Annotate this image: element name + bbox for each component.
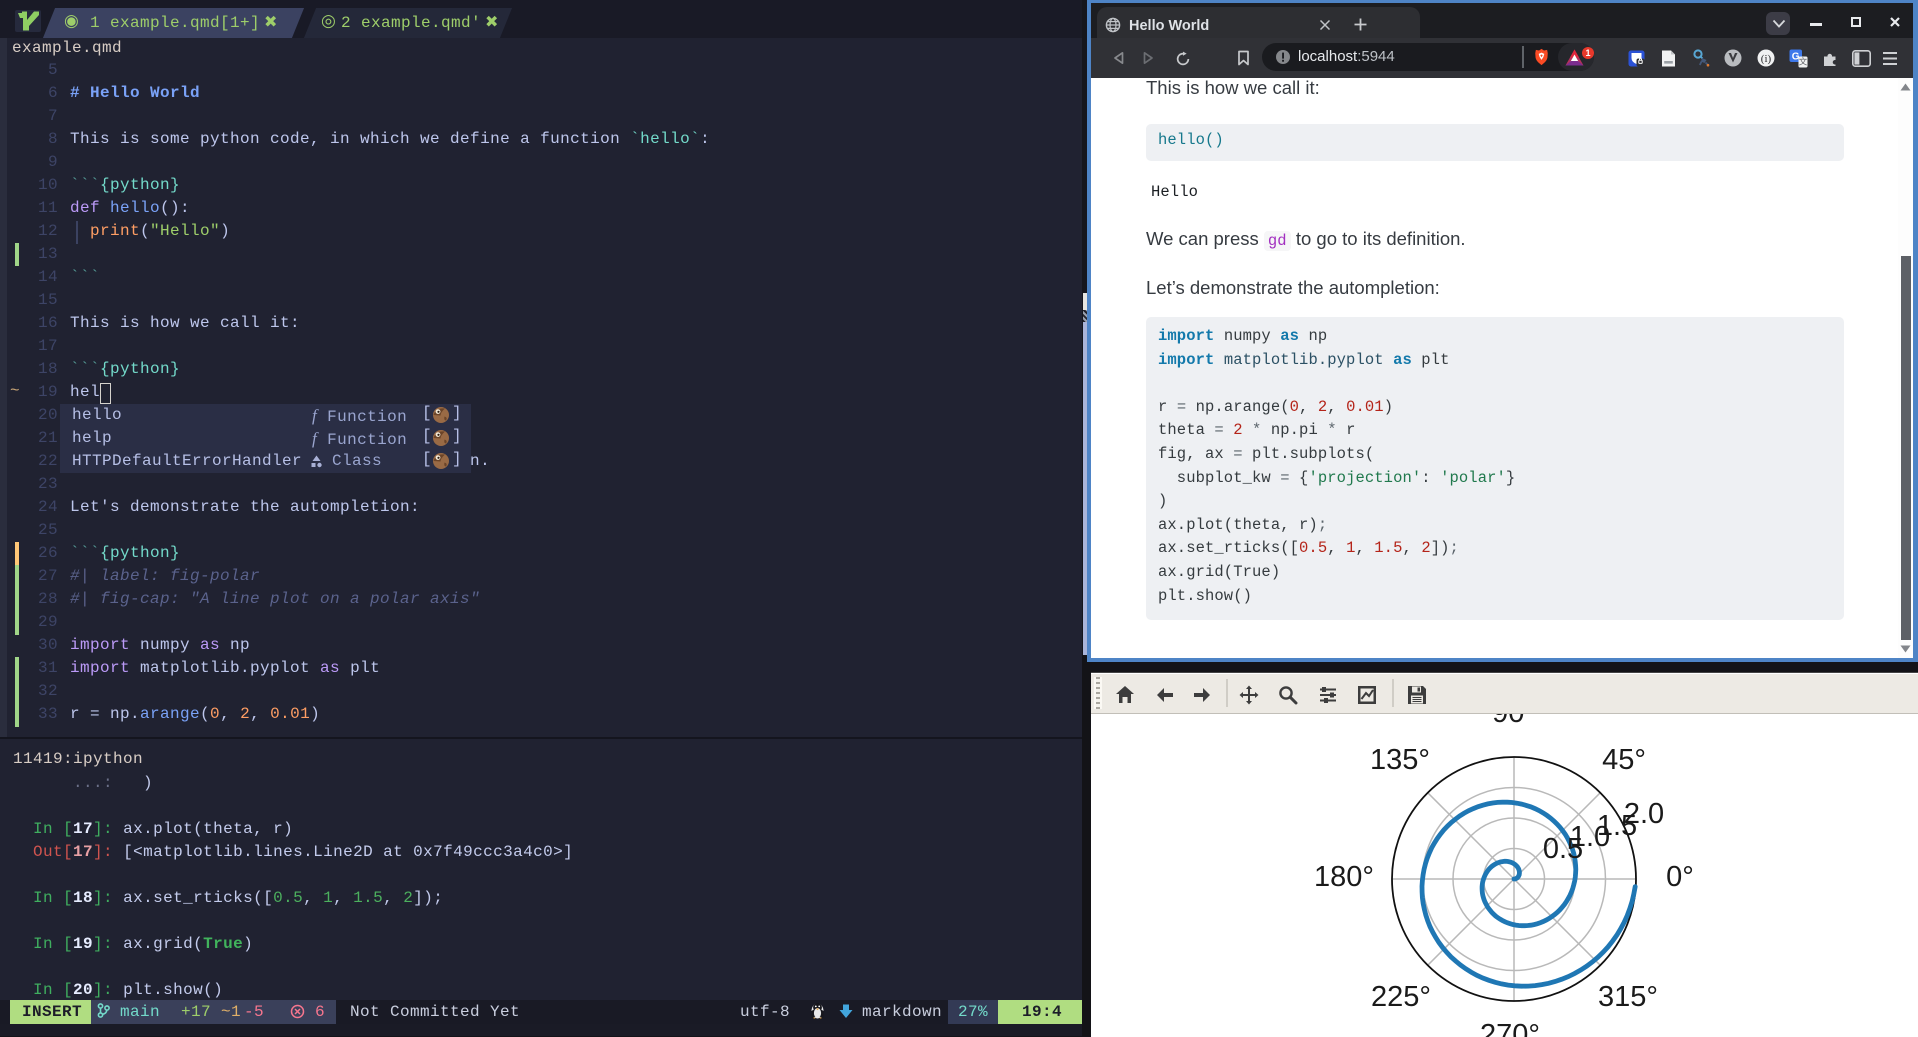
svg-text:315°: 315° xyxy=(1598,981,1658,1013)
svg-text:225°: 225° xyxy=(1371,981,1431,1013)
svg-text:0°: 0° xyxy=(1666,861,1694,893)
svg-text:45°: 45° xyxy=(1602,744,1646,776)
svg-text:2.0: 2.0 xyxy=(1624,798,1664,830)
svg-text:(i): (i) xyxy=(1761,53,1772,65)
svg-text:135°: 135° xyxy=(1370,744,1430,776)
svg-text:文: 文 xyxy=(1799,57,1808,67)
svg-text:90°: 90° xyxy=(1492,714,1536,729)
svg-text:180°: 180° xyxy=(1314,861,1374,893)
svg-text:270°: 270° xyxy=(1480,1019,1540,1037)
